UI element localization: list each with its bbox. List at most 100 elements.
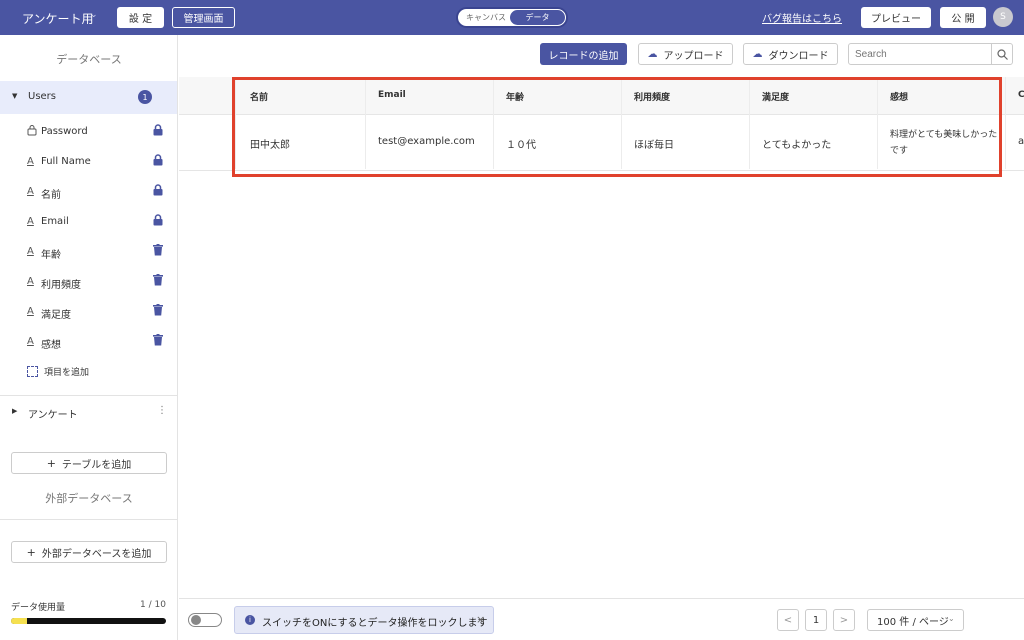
footer-bar: i スイッチをONにするとデータ操作をロックします × < 1 > 100 件 … <box>179 598 1024 640</box>
trash-icon[interactable] <box>153 304 167 320</box>
field-label: Password <box>41 126 88 137</box>
column-divider <box>493 77 494 169</box>
cloud-download-icon: ☁ <box>752 48 763 60</box>
plus-icon: + <box>26 545 36 559</box>
table-cell[interactable]: test@example.com <box>378 136 475 147</box>
sidebar-item-survey[interactable]: ▶ アンケート ⋮ <box>0 403 177 423</box>
usage-count: 1 / 10 <box>140 600 166 610</box>
admin-screen-button[interactable]: 管理画面 <box>172 7 235 28</box>
column-divider <box>621 77 622 169</box>
view-toggle-canvas[interactable]: キャンバス <box>466 12 506 23</box>
upload-button[interactable]: ☁ アップロード <box>638 43 733 65</box>
next-page-button[interactable]: > <box>833 609 855 631</box>
table-cell[interactable]: a <box>1018 136 1024 147</box>
add-field-label: 項目を追加 <box>44 368 90 378</box>
download-label: ダウンロード <box>768 50 829 62</box>
table-cell[interactable]: 料理がとても美味しかったです <box>890 127 998 159</box>
column-header[interactable]: C <box>1018 90 1024 100</box>
text-type-icon: A <box>27 276 34 287</box>
text-type-icon: A <box>27 216 34 227</box>
plus-icon: + <box>46 456 56 470</box>
table-cell[interactable]: １０代 <box>506 136 536 151</box>
column-divider <box>877 77 878 169</box>
field-item[interactable]: A 年齢 <box>0 241 177 265</box>
add-external-db-label: 外部データベースを追加 <box>41 548 152 560</box>
search-icon[interactable] <box>991 44 1013 64</box>
page-size-value: 100 件 / ページ <box>877 616 949 628</box>
column-header[interactable]: 利用頻度 <box>634 90 670 103</box>
record-count-badge: 1 <box>138 90 152 104</box>
column-header[interactable]: 感想 <box>890 90 908 103</box>
field-item[interactable]: A Email <box>0 211 177 235</box>
lock-toggle-switch[interactable] <box>188 613 222 627</box>
avatar[interactable]: S <box>993 7 1013 27</box>
chevron-down-icon: ⌄ <box>948 614 955 623</box>
text-type-icon: A <box>27 246 34 257</box>
column-divider <box>1005 77 1006 169</box>
top-bar: アンケート用 ⌄ 設 定 管理画面 キャンバス データ バグ報告はこちら プレビ… <box>0 0 1024 35</box>
column-header[interactable]: 年齢 <box>506 90 524 103</box>
add-external-db-button[interactable]: + 外部データベースを追加 <box>11 541 167 563</box>
records-table: 名前 Email 年齢 利用頻度 満足度 感想 C 田中太郎 test@exam… <box>179 77 1024 171</box>
field-item[interactable]: A 名前 <box>0 181 177 205</box>
field-label: 年齢 <box>41 250 61 261</box>
view-toggle[interactable]: キャンバス データ <box>456 7 568 28</box>
app-title[interactable]: アンケート用 <box>22 10 94 27</box>
field-item[interactable]: Password <box>0 121 177 145</box>
page-number-button[interactable]: 1 <box>805 609 827 631</box>
database-heading: データベース <box>56 53 122 66</box>
chevron-down-icon[interactable]: ⌄ <box>90 10 98 20</box>
download-button[interactable]: ☁ ダウンロード <box>743 43 838 65</box>
search-box <box>848 43 1013 65</box>
usage-progress-fill <box>11 618 27 624</box>
trash-icon[interactable] <box>153 334 167 350</box>
table-header-row: 名前 Email 年齢 利用頻度 満足度 感想 C <box>179 77 1024 115</box>
trash-icon[interactable] <box>153 244 167 260</box>
field-label: 満足度 <box>41 310 71 321</box>
preview-button[interactable]: プレビュー <box>861 7 931 28</box>
caret-down-icon[interactable]: ▼ <box>12 92 17 100</box>
text-type-icon: A <box>27 186 34 197</box>
caret-right-icon[interactable]: ▶ <box>12 407 17 415</box>
view-toggle-data[interactable]: データ <box>510 10 565 25</box>
publish-button[interactable]: 公 開 <box>940 7 986 28</box>
page-size-select[interactable]: 100 件 / ページ ⌄ <box>867 609 964 631</box>
external-db-heading: 外部データベース <box>45 492 133 505</box>
column-header[interactable]: Email <box>378 90 406 100</box>
table-cell[interactable]: ほぼ毎日 <box>634 136 674 151</box>
search-input[interactable] <box>855 47 985 61</box>
lock-icon <box>153 124 167 140</box>
group-label: アンケート <box>28 410 78 421</box>
column-divider <box>749 77 750 169</box>
add-record-button[interactable]: レコードの追加 <box>540 43 627 65</box>
field-item[interactable]: A Full Name <box>0 151 177 175</box>
close-icon[interactable]: × <box>476 613 485 626</box>
prev-page-button[interactable]: < <box>777 609 799 631</box>
trash-icon[interactable] <box>153 274 167 290</box>
upload-label: アップロード <box>663 50 724 62</box>
table-cell[interactable]: とてもよかった <box>762 136 831 151</box>
table-cell[interactable]: 田中太郎 <box>250 136 290 151</box>
field-label: 名前 <box>41 190 61 201</box>
divider <box>0 519 177 520</box>
settings-button[interactable]: 設 定 <box>117 7 164 28</box>
column-header[interactable]: 満足度 <box>762 90 789 103</box>
add-field-icon <box>27 366 38 377</box>
table-row[interactable]: 田中太郎 test@example.com １０代 ほぼ毎日 とてもよかった 料… <box>179 115 1024 169</box>
bug-report-link[interactable]: バグ報告はこちら <box>762 10 842 25</box>
sidebar-item-users[interactable]: ▼ Users 1 <box>0 81 177 114</box>
usage-label: データ使用量 <box>11 603 66 613</box>
field-item[interactable]: A 感想 <box>0 331 177 355</box>
switch-knob <box>191 615 201 625</box>
more-options-icon[interactable]: ⋮ <box>157 405 167 416</box>
divider <box>0 395 177 396</box>
sidebar: データベース ▼ Users 1 Password A Full Name A … <box>0 35 178 640</box>
add-field-button[interactable]: 項目を追加 <box>27 365 89 378</box>
column-header[interactable]: 名前 <box>250 90 268 103</box>
add-table-label: テーブルを追加 <box>61 459 132 471</box>
column-divider <box>235 77 236 169</box>
add-table-button[interactable]: + テーブルを追加 <box>11 452 167 474</box>
field-item[interactable]: A 利用頻度 <box>0 271 177 295</box>
field-label: 感想 <box>41 340 61 351</box>
field-item[interactable]: A 満足度 <box>0 301 177 325</box>
